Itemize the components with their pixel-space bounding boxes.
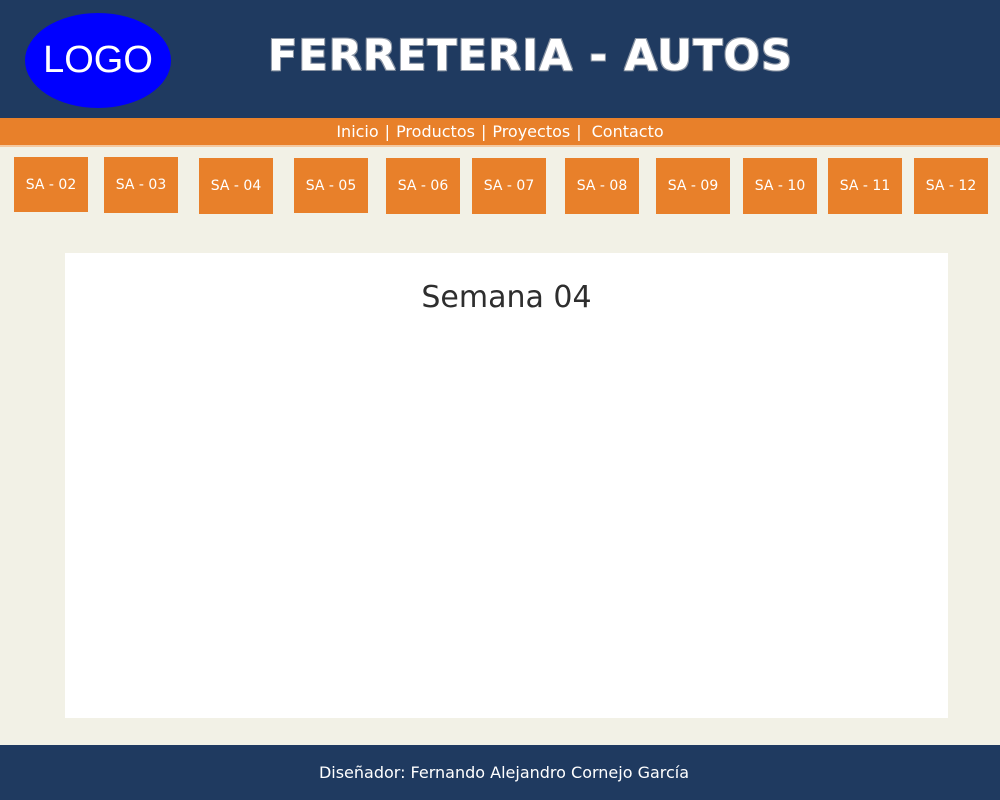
week-button-sa-02[interactable]: SA - 02 (14, 157, 88, 212)
site-title: FERRETERIA - AUTOS (268, 31, 793, 81)
logo[interactable]: LOGO (25, 13, 171, 108)
nav-link-contacto[interactable]: Contacto (592, 122, 664, 141)
content-panel (65, 253, 948, 718)
nav-separator: | (480, 122, 487, 141)
logo-text: LOGO (43, 39, 153, 81)
nav-separator: | (576, 122, 582, 141)
week-button-sa-06[interactable]: SA - 06 (386, 158, 460, 214)
nav-link-inicio[interactable]: Inicio (336, 122, 378, 141)
footer-credit: Diseñador: Fernando Alejandro Cornejo Ga… (318, 763, 690, 782)
week-button-sa-07[interactable]: SA - 07 (472, 158, 546, 214)
page-title: Semana 04 (421, 280, 592, 315)
week-button-sa-08[interactable]: SA - 08 (565, 158, 639, 214)
week-button-sa-03[interactable]: SA - 03 (104, 157, 178, 213)
week-button-sa-04[interactable]: SA - 04 (199, 158, 273, 214)
week-button-sa-10[interactable]: SA - 10 (743, 158, 817, 214)
week-button-sa-12[interactable]: SA - 12 (914, 158, 988, 214)
week-button-sa-05[interactable]: SA - 05 (294, 158, 368, 213)
week-button-sa-11[interactable]: SA - 11 (828, 158, 902, 214)
nav-separator: | (384, 122, 391, 141)
main-nav: Inicio | Productos | Proyectos | Contact… (0, 118, 1000, 147)
site-footer: Diseñador: Fernando Alejandro Cornejo Ga… (0, 745, 1000, 800)
week-button-sa-09[interactable]: SA - 09 (656, 158, 730, 214)
nav-link-productos[interactable]: Productos (396, 122, 475, 141)
nav-link-proyectos[interactable]: Proyectos (492, 122, 570, 141)
site-header: LOGO FERRETERIA - AUTOS (0, 0, 1000, 118)
